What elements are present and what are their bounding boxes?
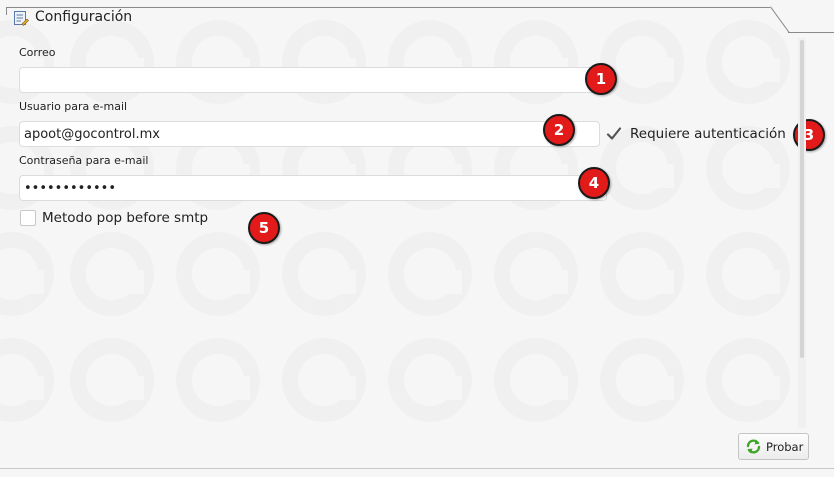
panel-title: Configuración	[35, 9, 133, 25]
probar-label: Probar	[766, 440, 804, 454]
callout-badge-1: 1	[585, 63, 617, 95]
panel-frame-tab-edge	[788, 32, 834, 33]
requiere-autenticacion-checkbox[interactable]	[605, 125, 623, 143]
usuario-email-input[interactable]	[19, 121, 600, 147]
settings-form-icon	[14, 11, 29, 26]
requiere-autenticacion-label: Requiere autenticación	[630, 126, 786, 142]
probar-button[interactable]: Probar	[738, 433, 809, 460]
panel-frame-left	[6, 7, 7, 15]
callout-badge-5: 5	[248, 212, 280, 244]
correo-input[interactable]	[19, 67, 607, 93]
configuration-panel: Configuración Correo 1 Usuario para e-ma…	[0, 0, 834, 477]
contrasena-label: Contraseña para e-mail	[19, 154, 149, 167]
pop-before-smtp-checkbox[interactable]	[20, 210, 36, 226]
correo-label: Correo	[19, 46, 56, 59]
contrasena-input[interactable]	[19, 175, 607, 201]
usuario-label: Usuario para e-mail	[19, 100, 128, 113]
panel-frame-bottom	[0, 468, 834, 469]
refresh-icon	[746, 439, 761, 454]
panel-frame-top	[6, 7, 770, 8]
scrollbar-thumb[interactable]	[800, 40, 804, 358]
pop-before-smtp-label: Metodo pop before smtp	[42, 210, 209, 226]
callout-badge-2: 2	[543, 114, 575, 146]
callout-badge-4: 4	[578, 167, 610, 199]
